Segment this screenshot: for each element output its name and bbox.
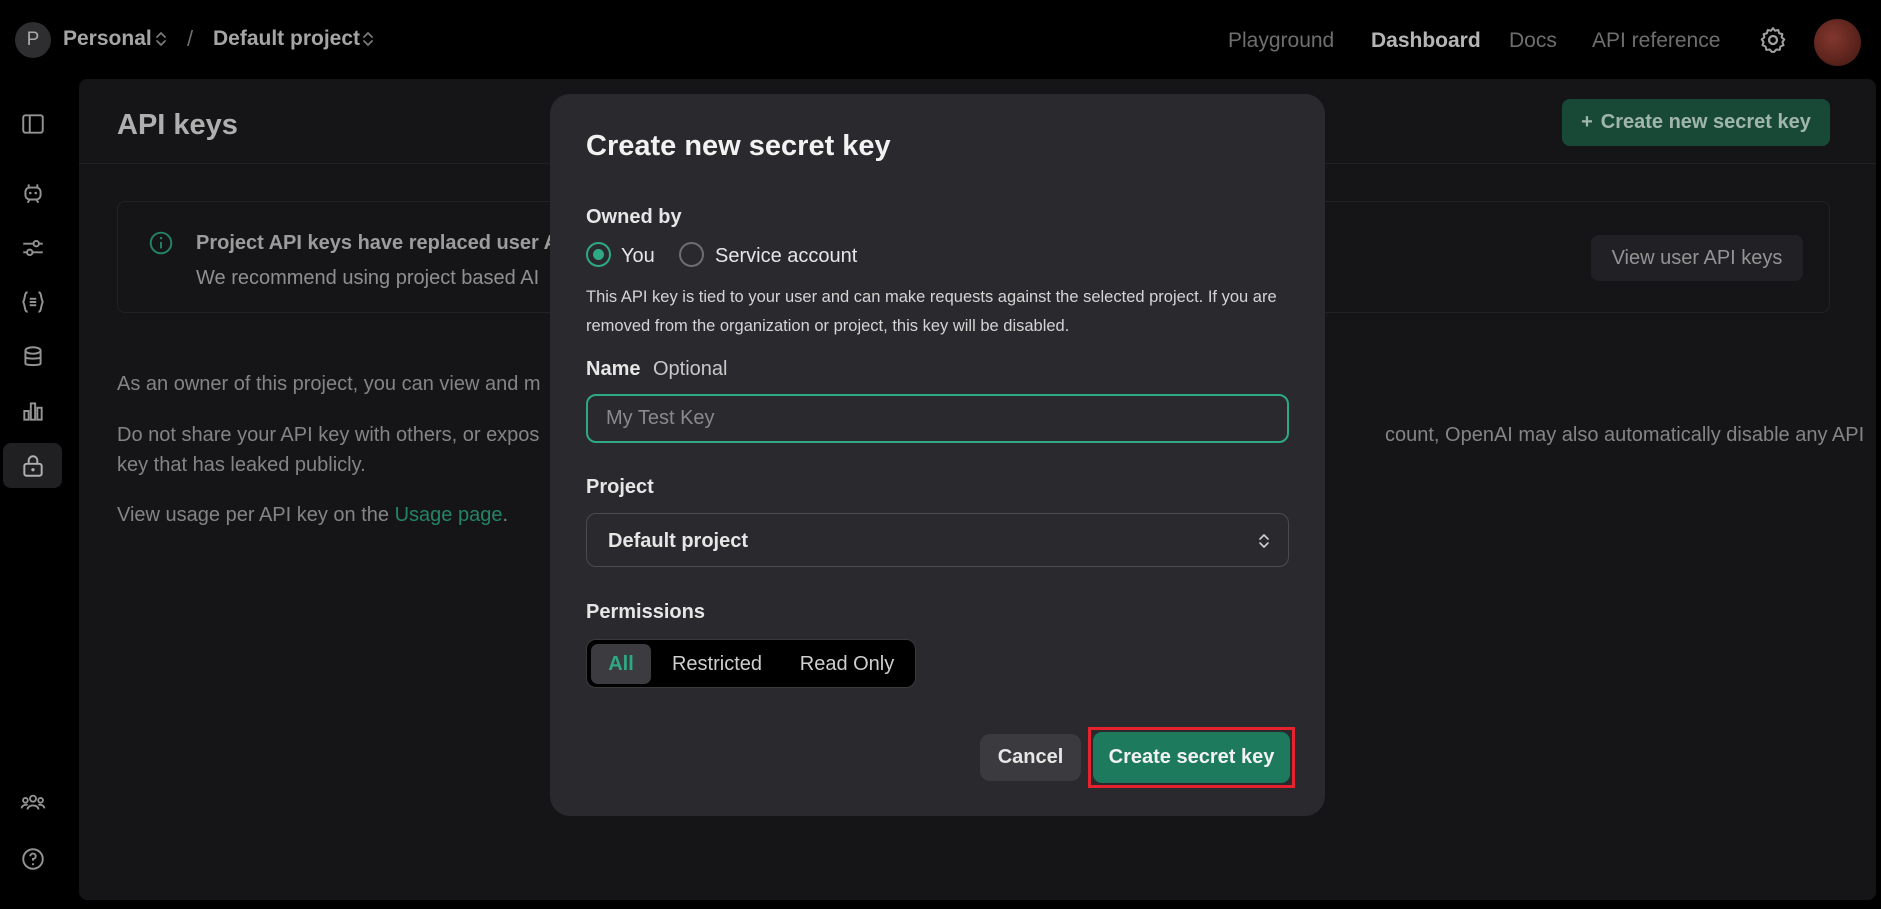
create-secret-key-button[interactable]: Create secret key — [1093, 732, 1290, 783]
create-secret-key-dialog: Create new secret key Owned by You Servi… — [550, 94, 1325, 816]
owner-you-radio[interactable] — [586, 242, 611, 267]
project-label: Project — [586, 476, 654, 498]
name-label: Name — [586, 358, 641, 380]
project-select[interactable]: Default project — [586, 513, 1289, 567]
permission-read-only-option[interactable]: Read Only — [782, 644, 912, 684]
name-optional-hint: Optional — [653, 358, 728, 380]
project-select-value: Default project — [608, 530, 749, 552]
permissions-label: Permissions — [586, 601, 705, 623]
owned-by-label: Owned by — [586, 206, 682, 228]
owner-help-text: This API key is tied to your user and ca… — [586, 288, 1277, 335]
dialog-title: Create new secret key — [586, 130, 891, 162]
permission-all-option[interactable]: All — [591, 644, 651, 684]
permission-restricted-option[interactable]: Restricted — [662, 644, 772, 684]
owner-service-account-radio[interactable] — [679, 242, 704, 267]
chevron-updown-icon — [1259, 534, 1269, 548]
owner-service-account-label[interactable]: Service account — [715, 245, 857, 268]
key-name-input[interactable] — [586, 394, 1289, 443]
permissions-segmented-control: All Restricted Read Only — [586, 639, 916, 688]
cancel-button[interactable]: Cancel — [980, 734, 1081, 781]
owner-you-label[interactable]: You — [621, 245, 655, 268]
